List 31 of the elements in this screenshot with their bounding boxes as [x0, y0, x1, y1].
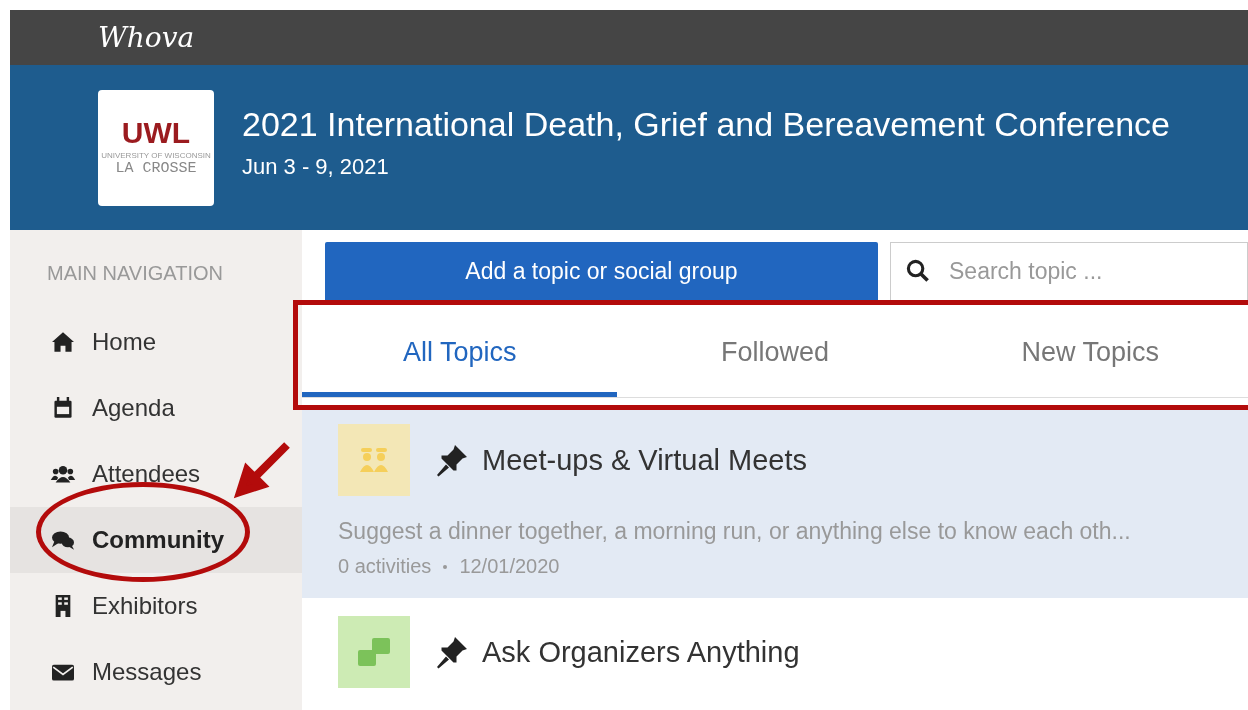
nav-item[interactable]: Home — [10, 309, 302, 375]
home-icon — [50, 331, 76, 353]
nav-item[interactable]: Community — [10, 507, 302, 573]
nav-heading: MAIN NAVIGATION — [46, 261, 224, 286]
chat-tile-icon — [338, 616, 410, 688]
nav-item[interactable]: Attendees — [10, 441, 302, 507]
topic-tab[interactable]: All Topics — [302, 312, 618, 397]
event-logo: UWL UNIVERSITY OF WISCONSIN LA CROSSE — [98, 89, 214, 206]
event-dates: Jun 3 - 9, 2021 — [242, 154, 390, 180]
topic-title: Ask Organizers Anything — [482, 635, 800, 669]
people-icon — [50, 463, 76, 485]
nav-item[interactable]: Messages — [10, 639, 302, 705]
topic-tab[interactable]: New Topics — [932, 312, 1248, 397]
topic-description: Suggest a dinner together, a morning run, or anything else to know each oth... — [338, 518, 1132, 545]
people-tile-icon — [338, 424, 410, 496]
add-topic-button[interactable]: Add a topic or social group — [325, 242, 878, 300]
event-title: 2021 International Death, Grief and Bereavement Conference — [242, 105, 1171, 144]
search-field[interactable]: Search topic ... — [890, 242, 1248, 300]
topic-card[interactable]: Ask Organizers Anything — [302, 600, 1248, 710]
separator-dot — [443, 564, 448, 569]
brand-logo: Whova — [98, 21, 195, 54]
activity-count: 0 activities — [338, 555, 432, 578]
pointer-arrow — [232, 440, 292, 500]
chat-bubbles-icon — [50, 529, 76, 551]
nav-item[interactable]: Exhibitors — [10, 573, 302, 639]
search-icon — [906, 259, 930, 283]
topic-date: 12/01/2020 — [459, 555, 560, 578]
topic-card[interactable]: Meet-ups & Virtual Meets Suggest a dinner together, a morning run, or anything else to know each oth... 0 activities 12/01/2020 — [302, 408, 1248, 600]
topic-title: Meet-ups & Virtual Meets — [482, 443, 808, 477]
topic-tab[interactable]: Followed — [617, 312, 933, 397]
nav-item[interactable]: Agenda — [10, 375, 302, 441]
